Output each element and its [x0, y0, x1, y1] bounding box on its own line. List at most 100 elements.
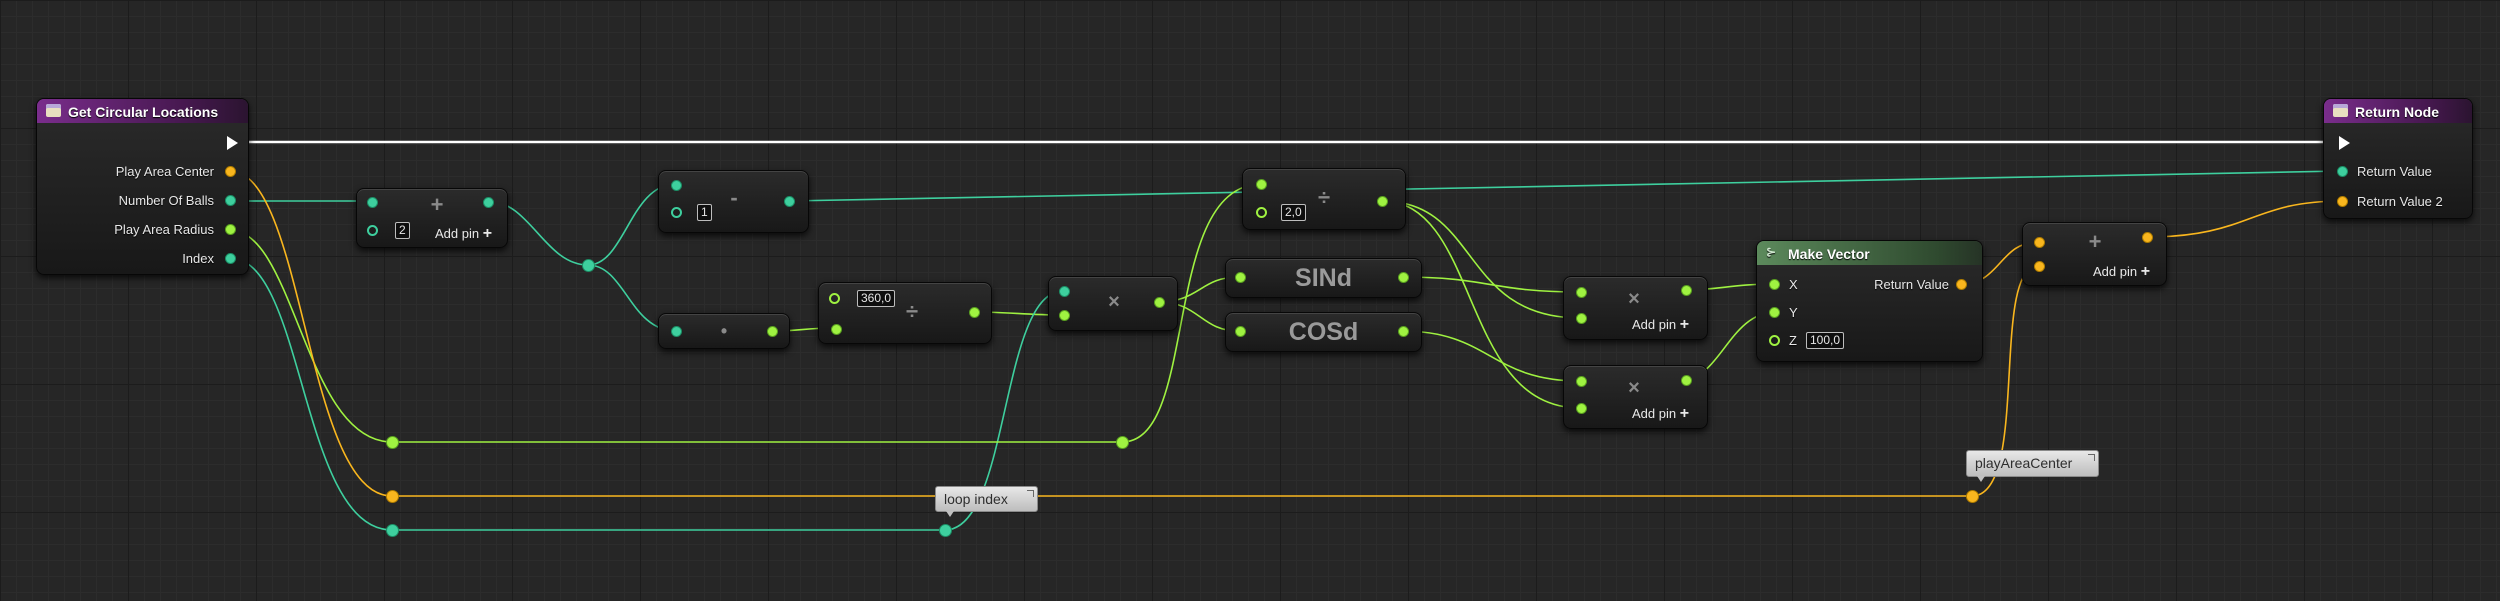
divide-360-input-a-pin[interactable] [829, 293, 840, 304]
reroute-knot[interactable] [1966, 490, 1979, 503]
subtract-node[interactable]: 1 - [658, 170, 809, 233]
divide-360-output-pin[interactable] [969, 307, 980, 318]
add-pin-button[interactable]: Add pin + [2093, 263, 2150, 281]
add-vector-output-pin[interactable] [2142, 232, 2153, 243]
wire-add-vector-to-return2 [2146, 200, 2343, 238]
multiply-angle-input-a-pin[interactable] [1059, 286, 1070, 297]
add-output-pin[interactable] [483, 197, 494, 208]
entry-output-label: Play Area Radius [114, 222, 214, 237]
add-input-a-pin[interactable] [367, 197, 378, 208]
reroute-knot[interactable] [939, 524, 952, 537]
divide-360-input-b-pin[interactable] [831, 324, 842, 335]
add-pin-plus-icon: + [482, 225, 493, 242]
number-of-balls-pin[interactable] [225, 195, 236, 206]
collapse-icon[interactable] [1027, 490, 1034, 497]
play-area-radius-pin[interactable] [225, 224, 236, 235]
multiply-angle-node[interactable]: × [1048, 276, 1178, 331]
add-int-node[interactable]: 2 + Add pin + [356, 188, 508, 248]
wire-sind-to-mult-x [1401, 276, 1581, 293]
struct-icon: ⊱ [1766, 245, 1777, 259]
make-vector-node[interactable]: ⊱ Make Vector X Y Z 100,0 Return Value [1756, 240, 1983, 362]
divide-2-output-pin[interactable] [1377, 196, 1388, 207]
return-node-header: Return Node [2324, 99, 2472, 123]
multiply-y-node[interactable]: × Add pin + [1563, 365, 1708, 429]
divide-2-input-a-pin[interactable] [1256, 179, 1267, 190]
multiply-x-output-pin[interactable] [1681, 285, 1692, 296]
multiply-x-input-a-pin[interactable] [1576, 287, 1587, 298]
loop-index-comment[interactable]: loop index [935, 486, 1038, 517]
comment-tail [946, 511, 954, 517]
make-vector-y-pin[interactable] [1769, 307, 1780, 318]
make-vector-output-pin[interactable] [1956, 279, 1967, 290]
make-vector-input-label: Z [1789, 333, 1797, 348]
make-vector-output-label: Return Value [1874, 277, 1949, 292]
cosd-output-pin[interactable] [1398, 326, 1409, 337]
reroute-knot[interactable] [386, 490, 399, 503]
make-vector-z-pin[interactable] [1769, 335, 1780, 346]
subtract-input-b-pin[interactable] [671, 207, 682, 218]
int-to-float-conversion-node[interactable]: • [658, 313, 790, 349]
add-pin-label: Add pin [2093, 264, 2138, 279]
function-icon [46, 104, 61, 117]
return-icon [2333, 104, 2348, 117]
add-pin-button[interactable]: Add pin + [435, 225, 492, 243]
make-vector-z-value-field[interactable]: 100,0 [1806, 332, 1845, 349]
wire-cosd-to-mult-y [1401, 330, 1581, 382]
play-area-center-comment[interactable]: playAreaCenter [1966, 450, 2099, 482]
entry-exec-pin[interactable] [227, 136, 238, 150]
cosd-node[interactable]: COSd [1225, 312, 1422, 352]
conversion-input-pin[interactable] [671, 326, 682, 337]
add-vector-node[interactable]: + Add pin + [2022, 222, 2167, 286]
return-value-pin[interactable] [2337, 166, 2348, 177]
add-input-b-pin[interactable] [367, 225, 378, 236]
add-pin-plus-icon: + [2140, 263, 2151, 280]
multiply-y-output-pin[interactable] [1681, 375, 1692, 386]
comment-tail [1977, 476, 1985, 482]
make-vector-input-label: Y [1789, 305, 1798, 320]
multiply-angle-input-b-pin[interactable] [1059, 310, 1070, 321]
sind-node[interactable]: SINd [1225, 258, 1422, 298]
reroute-knot[interactable] [386, 524, 399, 537]
add-pin-plus-icon: + [1679, 316, 1690, 333]
divide-2-node[interactable]: 2,0 ÷ [1242, 168, 1406, 230]
return-input-label: Return Value 2 [2357, 194, 2443, 209]
subtract-default-value-field[interactable]: 1 [697, 204, 712, 221]
add-pin-button[interactable]: Add pin + [1632, 316, 1689, 334]
add-vector-input-b-pin[interactable] [2034, 261, 2045, 272]
reroute-knot[interactable] [582, 259, 595, 272]
return-exec-pin[interactable] [2339, 136, 2350, 150]
conversion-output-pin[interactable] [767, 326, 778, 337]
reroute-knot[interactable] [1116, 436, 1129, 449]
divide-360-default-value-field[interactable]: 360,0 [857, 290, 896, 307]
return-value-2-pin[interactable] [2337, 196, 2348, 207]
make-vector-title: Make Vector [1788, 246, 1870, 262]
subtract-input-a-pin[interactable] [671, 180, 682, 191]
multiply-x-node[interactable]: × Add pin + [1563, 276, 1708, 340]
make-vector-x-pin[interactable] [1769, 279, 1780, 290]
play-area-center-pin[interactable] [225, 166, 236, 177]
multiply-angle-output-pin[interactable] [1154, 297, 1165, 308]
add-pin-label: Add pin [1632, 317, 1677, 332]
wire-radius-to-reroute [229, 229, 393, 443]
divide-2-input-b-pin[interactable] [1256, 207, 1267, 218]
reroute-knot[interactable] [386, 436, 399, 449]
add-pin-button[interactable]: Add pin + [1632, 405, 1689, 423]
index-pin[interactable] [225, 253, 236, 264]
multiply-x-input-b-pin[interactable] [1576, 313, 1587, 324]
add-vector-input-a-pin[interactable] [2034, 237, 2045, 248]
subtract-output-pin[interactable] [784, 196, 795, 207]
collapse-icon[interactable] [2088, 454, 2095, 461]
divide-2-default-value-field[interactable]: 2,0 [1281, 204, 1306, 221]
multiply-y-input-a-pin[interactable] [1576, 376, 1587, 387]
return-node-title: Return Node [2355, 104, 2439, 120]
multiply-y-input-b-pin[interactable] [1576, 403, 1587, 414]
return-node[interactable]: Return Node Return Value Return Value 2 [2323, 98, 2473, 219]
add-pin-label: Add pin [435, 226, 480, 241]
function-entry-node[interactable]: Get Circular Locations Play Area Center … [36, 98, 249, 275]
comment-text: playAreaCenter [1975, 455, 2073, 471]
sind-output-pin[interactable] [1398, 272, 1409, 283]
add-default-value-field[interactable]: 2 [395, 222, 410, 239]
entry-output-label: Index [182, 251, 214, 266]
make-vector-header: ⊱ Make Vector [1757, 241, 1982, 265]
divide-360-node[interactable]: 360,0 ÷ [818, 282, 992, 344]
